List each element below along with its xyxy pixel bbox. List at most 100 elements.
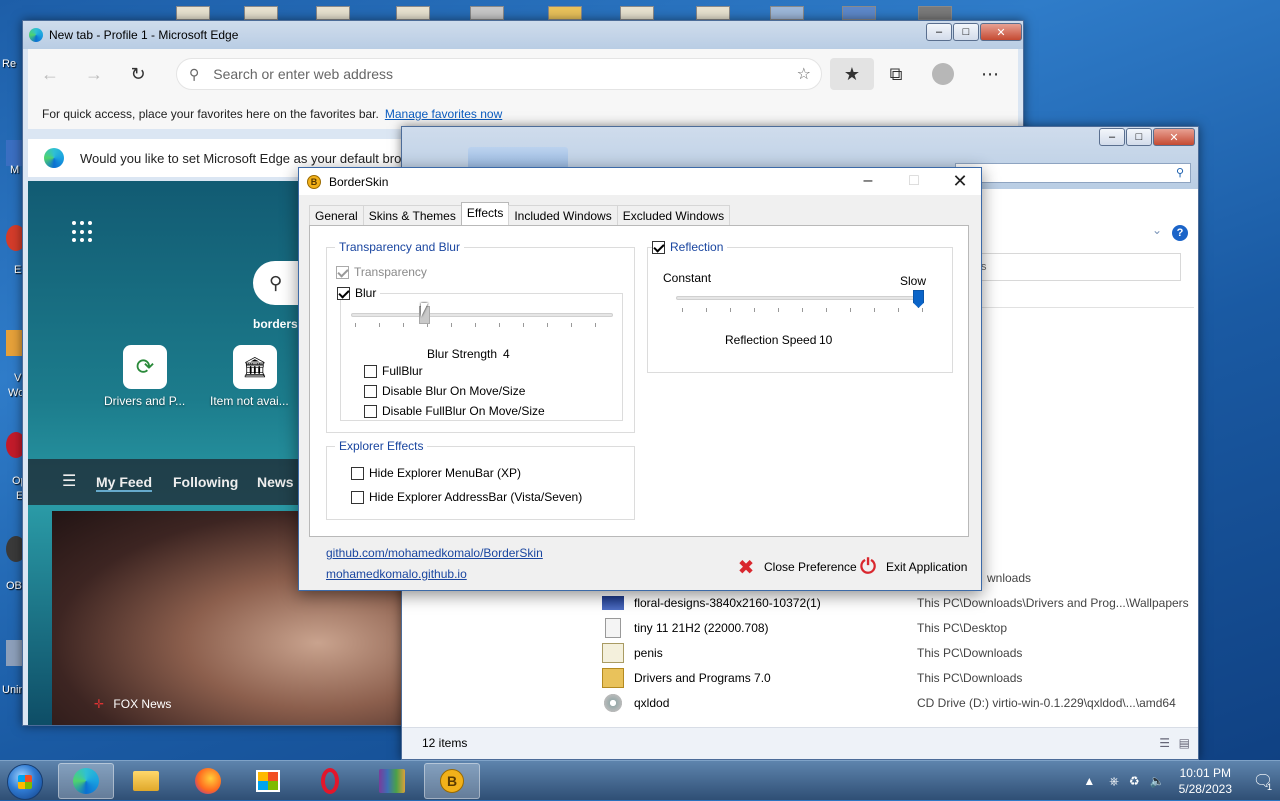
edge-logo-icon	[73, 768, 99, 794]
settings-file-icon	[602, 692, 624, 713]
archive-icon	[379, 769, 405, 793]
tab-general[interactable]: General	[309, 205, 364, 225]
manage-favorites-link[interactable]: Manage favorites now	[385, 107, 502, 121]
hide-addressbar-checkbox[interactable]: Hide Explorer AddressBar (Vista/Seven)	[351, 490, 582, 504]
profile-avatar[interactable]	[932, 63, 954, 85]
minimize-button[interactable]: –	[845, 168, 891, 195]
checkbox-label: Hide Explorer MenuBar (XP)	[369, 466, 522, 480]
exit-application-button[interactable]: ⏻ Exit Application	[857, 556, 967, 578]
favorites-icon[interactable]: ★	[830, 58, 874, 90]
borderskin-dialog[interactable]: B BorderSkin – □ ✕ General Skins & Theme…	[298, 167, 982, 591]
maximize-button[interactable]: □	[1126, 128, 1152, 146]
desktop-icon[interactable]	[620, 6, 654, 20]
tab-skins-themes[interactable]: Skins & Themes	[362, 205, 462, 225]
tab-news[interactable]: News	[257, 474, 294, 490]
taskbar-store-button[interactable]	[240, 763, 296, 799]
volume-icon[interactable]: 🔈	[1150, 774, 1165, 788]
reflection-speed-thumb[interactable]	[913, 290, 924, 308]
refresh-icon[interactable]: ↻	[116, 64, 160, 85]
network-icon[interactable]: ⎈	[1109, 774, 1119, 789]
app-launcher-icon[interactable]	[72, 221, 94, 243]
tab-included-windows[interactable]: Included Windows	[508, 205, 618, 225]
system-tray: ▲ ⎈ ♻ 🔈 10:01 PM 5/28/2023 🗨 1	[1083, 761, 1280, 801]
homepage-link[interactable]: mohamedkomalo.github.io	[326, 567, 467, 581]
file-row[interactable]: penis This PC\Downloads	[602, 640, 1198, 665]
transparency-checkbox[interactable]: Transparency	[336, 265, 427, 279]
close-button[interactable]: ✕	[980, 23, 1022, 41]
file-row[interactable]: qxldod CD Drive (D:) virtio-win-0.1.229\…	[602, 690, 1198, 715]
github-link[interactable]: github.com/mohamedkomalo/BorderSkin	[326, 546, 543, 560]
start-button[interactable]	[7, 764, 43, 800]
help-icon[interactable]: ?	[1172, 225, 1188, 241]
quick-link-tile[interactable]: 🏛	[233, 345, 277, 389]
taskbar-explorer-button[interactable]	[118, 763, 174, 799]
blur-checkbox[interactable]: Blur	[337, 286, 381, 300]
file-location: wnloads	[987, 570, 1032, 585]
maximize-button[interactable]: □	[953, 23, 979, 41]
blur-group: Blur Blur Strength 4 FullBlur Disable Bl…	[337, 286, 623, 421]
hide-menubar-checkbox[interactable]: Hide Explorer MenuBar (XP)	[351, 466, 521, 480]
constant-label: Constant	[663, 271, 712, 285]
taskbar-winrar-button[interactable]	[364, 763, 420, 799]
desktop-icon[interactable]	[770, 6, 804, 20]
quick-link-tile[interactable]: ⟳	[123, 345, 167, 389]
sync-icon[interactable]: ♻	[1129, 774, 1140, 788]
desktop-icon[interactable]	[244, 6, 278, 20]
disable-blur-move-checkbox[interactable]: Disable Blur On Move/Size	[364, 384, 525, 398]
reflection-checkbox[interactable]: Reflection	[652, 240, 728, 254]
taskbar-borderskin-button[interactable]: B	[424, 763, 480, 799]
add-favorite-star-icon[interactable]: ☆	[797, 64, 811, 84]
back-arrow-icon[interactable]: ←	[28, 64, 72, 85]
tab-excluded-windows[interactable]: Excluded Windows	[616, 205, 731, 225]
desktop-icon[interactable]	[176, 6, 210, 20]
favorites-bar: For quick access, place your favorites h…	[28, 99, 1018, 129]
chevron-down-icon[interactable]: ⌄	[1152, 223, 1162, 237]
notification-count: 1	[1266, 782, 1272, 792]
tab-my-feed[interactable]: My Feed	[96, 474, 153, 492]
hamburger-menu-icon[interactable]: ☰	[62, 471, 76, 491]
tab-following[interactable]: Following	[173, 474, 238, 490]
clock[interactable]: 10:01 PM 5/28/2023	[1179, 765, 1232, 797]
explorer-search-input[interactable]: rch ⚲	[955, 163, 1191, 183]
desktop-icon[interactable]	[842, 6, 876, 20]
file-row[interactable]: tiny 11 21H2 (22000.708) This PC\Desktop	[602, 615, 1198, 640]
slider-ticks	[682, 308, 924, 312]
file-row[interactable]: Drivers and Programs 7.0 This PC\Downloa…	[602, 665, 1198, 690]
explorer-nav-buttons[interactable]	[468, 147, 568, 169]
blur-strength-slider[interactable]	[351, 313, 613, 317]
close-button[interactable]: ✕	[937, 168, 983, 195]
desktop-icon[interactable]	[470, 6, 504, 20]
notification-icon[interactable]: 🗨 1	[1246, 761, 1280, 801]
address-placeholder: Search or enter web address	[213, 66, 394, 82]
preview-view-icon[interactable]: ▤	[1179, 736, 1190, 750]
edge-titlebar[interactable]: New tab - Profile 1 - Microsoft Edge	[23, 21, 1023, 49]
minimize-button[interactable]: –	[1099, 128, 1125, 146]
taskbar-opera-button[interactable]	[302, 763, 358, 799]
checkbox-box	[652, 240, 665, 254]
taskbar-firefox-button[interactable]	[180, 763, 236, 799]
close-preference-button[interactable]: ✖ Close Preference	[735, 556, 857, 579]
explorer-filter-box[interactable]: s	[978, 253, 1181, 281]
more-menu-icon[interactable]: ⋯	[968, 64, 1012, 85]
file-location: This PC\Desktop	[917, 620, 1008, 635]
minimize-button[interactable]: –	[926, 23, 952, 41]
close-button[interactable]: ✕	[1153, 128, 1195, 146]
fullblur-checkbox[interactable]: FullBlur	[364, 364, 423, 378]
desktop-icon[interactable]	[316, 6, 350, 20]
maximize-button[interactable]: □	[891, 168, 937, 195]
taskbar-edge-button[interactable]	[58, 763, 114, 799]
disable-fullblur-move-checkbox[interactable]: Disable FullBlur On Move/Size	[364, 404, 545, 418]
reflection-speed-slider[interactable]	[676, 296, 924, 300]
details-view-icon[interactable]: ☰	[1159, 736, 1170, 750]
forward-arrow-icon[interactable]: →	[72, 64, 116, 85]
desktop-icon[interactable]	[548, 6, 582, 20]
collections-icon[interactable]: ⧉	[874, 64, 918, 85]
address-bar[interactable]: ⚲ Search or enter web address ☆	[176, 58, 822, 90]
tab-effects[interactable]: Effects	[460, 202, 510, 225]
show-hidden-icons-icon[interactable]: ▲	[1083, 774, 1095, 788]
desktop-icon[interactable]	[918, 6, 952, 20]
checkbox-label: Blur	[355, 286, 377, 300]
file-row[interactable]: floral-designs-3840x2160-10372(1) This P…	[602, 590, 1198, 615]
desktop-icon[interactable]	[696, 6, 730, 20]
desktop-icon[interactable]	[396, 6, 430, 20]
